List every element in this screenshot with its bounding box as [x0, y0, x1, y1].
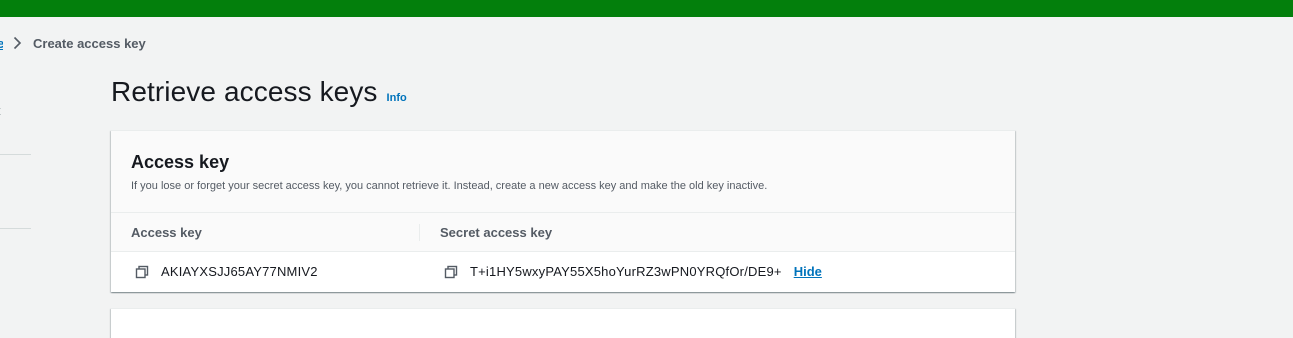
- chevron-right-icon: [11, 36, 23, 50]
- access-key-panel: Access key If you lose or forget your se…: [111, 130, 1015, 292]
- access-key-value: AKIAYXSJJ65AY77NMIV2: [161, 264, 318, 279]
- breadcrumb-current: Create access key: [33, 35, 146, 51]
- column-header-access-key: Access key: [131, 225, 202, 240]
- column-header-secret-access-key: Secret access key: [440, 225, 553, 240]
- table-header: Access key Secret access key: [111, 213, 1015, 252]
- copy-icon[interactable]: [135, 265, 149, 279]
- table-row: AKIAYXSJJ65AY77NMIV2 T+i1HY5wxyPAY55X5ho…: [111, 252, 1015, 292]
- panel-description: If you lose or forget your secret access…: [131, 180, 768, 192]
- breadcrumb-parent-link[interactable]: e: [0, 36, 3, 51]
- side-nav-divider: [0, 154, 31, 155]
- page-title: Retrieve access keys: [111, 76, 378, 107]
- column-separator: [419, 224, 420, 241]
- access-key-cell: AKIAYXSJJ65AY77NMIV2: [135, 264, 318, 279]
- success-banner: [0, 0, 1293, 17]
- side-nav-stub-text: t: [0, 103, 1, 118]
- next-panel: [111, 308, 1015, 338]
- info-link[interactable]: Info: [387, 92, 407, 104]
- hide-secret-link[interactable]: Hide: [794, 264, 822, 279]
- side-navigation-edge: t: [0, 17, 32, 331]
- panel-header: Access key If you lose or forget your se…: [111, 131, 1015, 213]
- panel-title: Access key: [131, 152, 230, 172]
- page-header: Retrieve access keys Info: [111, 76, 407, 108]
- breadcrumb: e Create access key: [0, 33, 146, 53]
- side-nav-divider: [0, 228, 31, 229]
- copy-icon[interactable]: [444, 265, 458, 279]
- secret-access-key-cell: T+i1HY5wxyPAY55X5hoYurRZ3wPN0YRQfOr/DE9+…: [444, 264, 822, 279]
- secret-access-key-value: T+i1HY5wxyPAY55X5hoYurRZ3wPN0YRQfOr/DE9+: [470, 264, 782, 279]
